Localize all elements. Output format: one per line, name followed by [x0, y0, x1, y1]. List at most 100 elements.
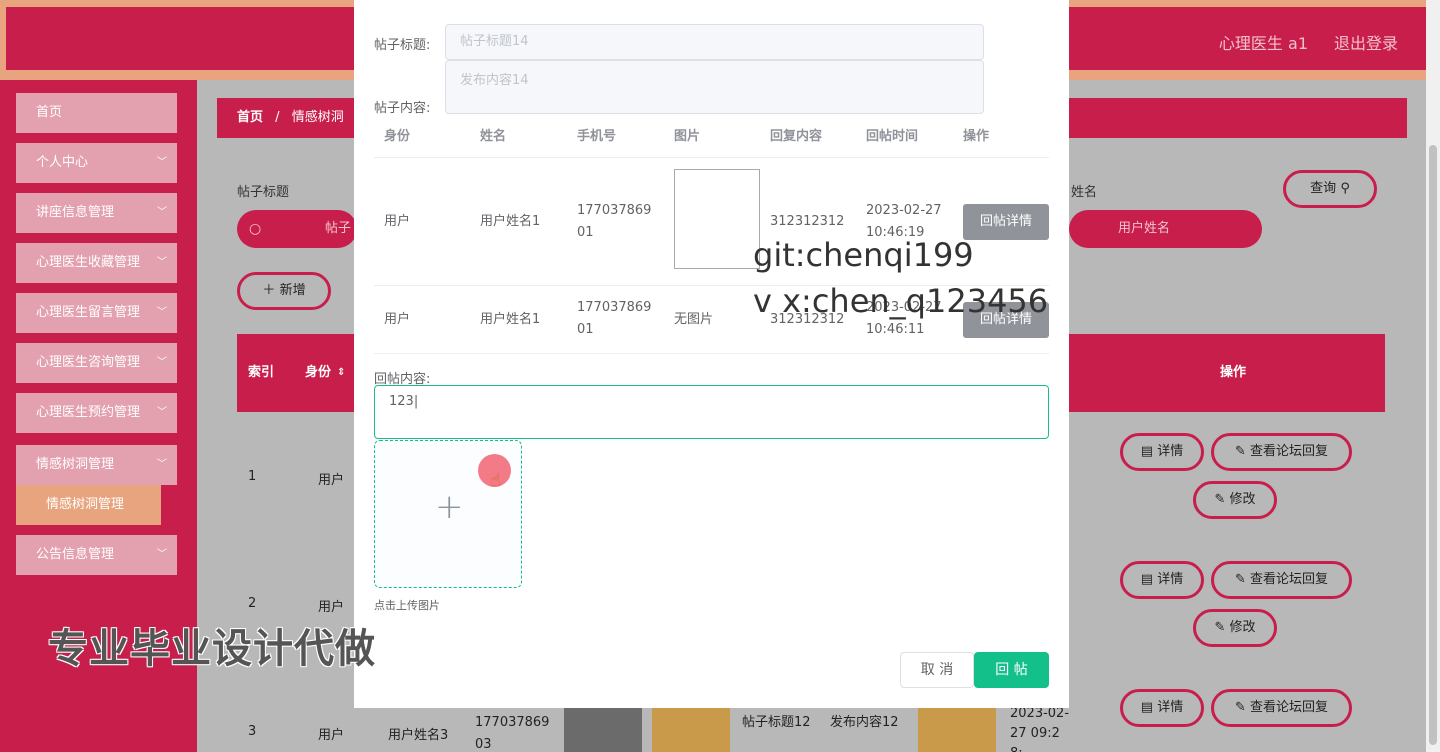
- reply-content-value: 123: [389, 394, 414, 409]
- sidebar-item-notices[interactable]: 公告信息管理 ﹀: [16, 535, 177, 575]
- page-scrollbar[interactable]: [1426, 0, 1440, 752]
- text-cursor: |: [413, 394, 419, 409]
- doc-icon: ▤: [1140, 572, 1158, 587]
- reply-col-action: 操作: [963, 129, 990, 144]
- sidebar-item-label: 首页: [36, 105, 63, 120]
- row2-view-reply-button[interactable]: ✎ 查看论坛回复: [1211, 561, 1352, 599]
- chevron-down-icon: ﹀: [157, 307, 167, 318]
- sidebar-item-favorites[interactable]: 心理医生收藏管理 ﹀: [16, 243, 177, 283]
- edit-icon: ✎: [1214, 492, 1230, 507]
- current-user: 心理医生 a1: [1218, 34, 1308, 53]
- reply-col-phone: 手机号: [577, 129, 617, 144]
- reply-image-none: 无图片: [674, 312, 714, 327]
- cancel-button[interactable]: 取 消: [900, 652, 974, 688]
- hand-cursor-icon: ☝: [490, 470, 501, 491]
- sidebar-item-label: 情感树洞管理: [36, 457, 115, 472]
- dialog-content-value: 发布内容14: [460, 73, 529, 88]
- detail-label: 详情: [1157, 572, 1184, 587]
- name-placeholder: 用户姓名: [1118, 221, 1171, 236]
- reply-detail-button[interactable]: 回帖详情: [963, 204, 1049, 240]
- reply-identity: 用户: [384, 312, 411, 327]
- title-search-label: 帖子标题: [237, 185, 290, 200]
- dialog-title-value: 帖子标题14: [460, 34, 529, 49]
- doc-icon: ▤: [1140, 700, 1158, 715]
- reply-identity: 用户: [384, 214, 411, 229]
- add-button[interactable]: ＋ 新增: [237, 272, 331, 310]
- row1-edit-button[interactable]: ✎ 修改: [1193, 481, 1277, 519]
- search-icon: ○: [249, 221, 262, 237]
- dialog-content-textarea[interactable]: 发布内容14: [445, 60, 984, 114]
- dialog-title-label: 帖子标题:: [374, 38, 431, 53]
- row1-view-reply-button[interactable]: ✎ 查看论坛回复: [1211, 433, 1352, 471]
- row2-identity: 用户: [318, 600, 345, 615]
- reply-content-textarea[interactable]: 123|: [374, 385, 1049, 439]
- reply-phone: 17703786901: [577, 300, 652, 337]
- row1-detail-button[interactable]: ▤ 详情: [1120, 433, 1204, 471]
- query-label: 查询: [1310, 181, 1337, 196]
- sidebar-item-treehole[interactable]: 情感树洞管理 ﹀: [16, 445, 177, 485]
- reply-name: 用户姓名1: [480, 312, 541, 327]
- sidebar-item-profile[interactable]: 个人中心 ﹀: [16, 143, 177, 183]
- reply-name: 用户姓名1: [480, 214, 541, 229]
- edit-label: 修改: [1229, 492, 1256, 507]
- title-search-input[interactable]: ○ 帖子: [237, 210, 357, 248]
- chevron-down-icon: ﹀: [157, 407, 167, 418]
- sidebar-item-consult[interactable]: 心理医生咨询管理 ﹀: [16, 343, 177, 383]
- sidebar-subitem-treehole[interactable]: 情感树洞管理: [16, 485, 161, 525]
- reply-table-header: 身份 姓名 手机号 图片 回复内容 回帖时间 操作: [374, 118, 1049, 158]
- breadcrumb-current: 情感树洞: [291, 110, 344, 125]
- sidebar-item-appointments[interactable]: 心理医生预约管理 ﹀: [16, 393, 177, 433]
- watermark-line2: v x:chen_q123456: [753, 282, 1049, 320]
- name-search-label: 姓名: [1071, 185, 1098, 200]
- breadcrumb-separator: /: [275, 110, 280, 125]
- reply-dialog: 帖子标题: 帖子标题14 帖子内容: 发布内容14 身份 姓名 手机号 图片 回…: [354, 0, 1069, 708]
- row3-phone: 17703786903: [475, 715, 550, 752]
- upload-hint: 点击上传图片: [374, 599, 440, 612]
- doc-icon: ▤: [1140, 444, 1158, 459]
- plus-icon: +: [435, 487, 464, 527]
- sidebar-item-messages[interactable]: 心理医生留言管理 ﹀: [16, 293, 177, 333]
- row2-detail-button[interactable]: ▤ 详情: [1120, 561, 1204, 599]
- edit-icon: ✎: [1234, 700, 1250, 715]
- query-button[interactable]: 查询 ⚲: [1283, 170, 1377, 208]
- logout-link[interactable]: 退出登录: [1334, 30, 1398, 54]
- dialog-content-label: 帖子内容:: [374, 101, 431, 116]
- view-reply-label: 查看论坛回复: [1250, 572, 1329, 587]
- view-reply-label: 查看论坛回复: [1250, 444, 1329, 459]
- row3-image: [564, 708, 642, 752]
- row3-detail-button[interactable]: ▤ 详情: [1120, 689, 1204, 727]
- scrollbar-thumb[interactable]: [1429, 145, 1437, 745]
- col-index: 索引: [248, 365, 275, 380]
- edit-label: 修改: [1229, 620, 1256, 635]
- edit-icon: ✎: [1234, 572, 1250, 587]
- row1-identity: 用户: [318, 473, 345, 488]
- row3-name: 用户姓名3: [388, 728, 449, 743]
- view-reply-label: 查看论坛回复: [1250, 700, 1329, 715]
- row2-edit-button[interactable]: ✎ 修改: [1193, 609, 1277, 647]
- chevron-down-icon: ﹀: [157, 157, 167, 168]
- reply-col-time: 回帖时间: [866, 129, 919, 144]
- reply-col-name: 姓名: [480, 129, 507, 144]
- chevron-down-icon: ﹀: [157, 257, 167, 268]
- sidebar-item-home[interactable]: 首页: [16, 93, 177, 133]
- sort-icon[interactable]: ⇕: [337, 334, 345, 412]
- sidebar-item-lectures[interactable]: 讲座信息管理 ﹀: [16, 193, 177, 233]
- search-icon: ⚲: [1340, 181, 1350, 196]
- sidebar-item-label: 心理医生预约管理: [36, 405, 141, 420]
- chevron-down-icon: ﹀: [157, 207, 167, 218]
- name-search-input[interactable]: 用户姓名: [1069, 210, 1262, 248]
- row2-index: 2: [248, 596, 257, 611]
- sidebar-item-label: 公告信息管理: [36, 547, 115, 562]
- submit-reply-button[interactable]: 回 帖: [974, 652, 1049, 688]
- detail-label: 详情: [1157, 700, 1184, 715]
- sidebar-item-label: 讲座信息管理: [36, 205, 115, 220]
- dialog-title-input[interactable]: 帖子标题14: [445, 24, 984, 60]
- promo-watermark: 专业毕业设计代做: [48, 626, 376, 672]
- chevron-down-icon: ﹀: [157, 549, 167, 560]
- sidebar-item-label: 心理医生留言管理: [36, 305, 141, 320]
- sidebar-item-label: 个人中心: [36, 155, 89, 170]
- col-identity[interactable]: 身份: [305, 334, 331, 412]
- breadcrumb-home[interactable]: 首页: [237, 110, 263, 125]
- chevron-up-icon: ﹀: [157, 459, 167, 470]
- row3-view-reply-button[interactable]: ✎ 查看论坛回复: [1211, 689, 1352, 727]
